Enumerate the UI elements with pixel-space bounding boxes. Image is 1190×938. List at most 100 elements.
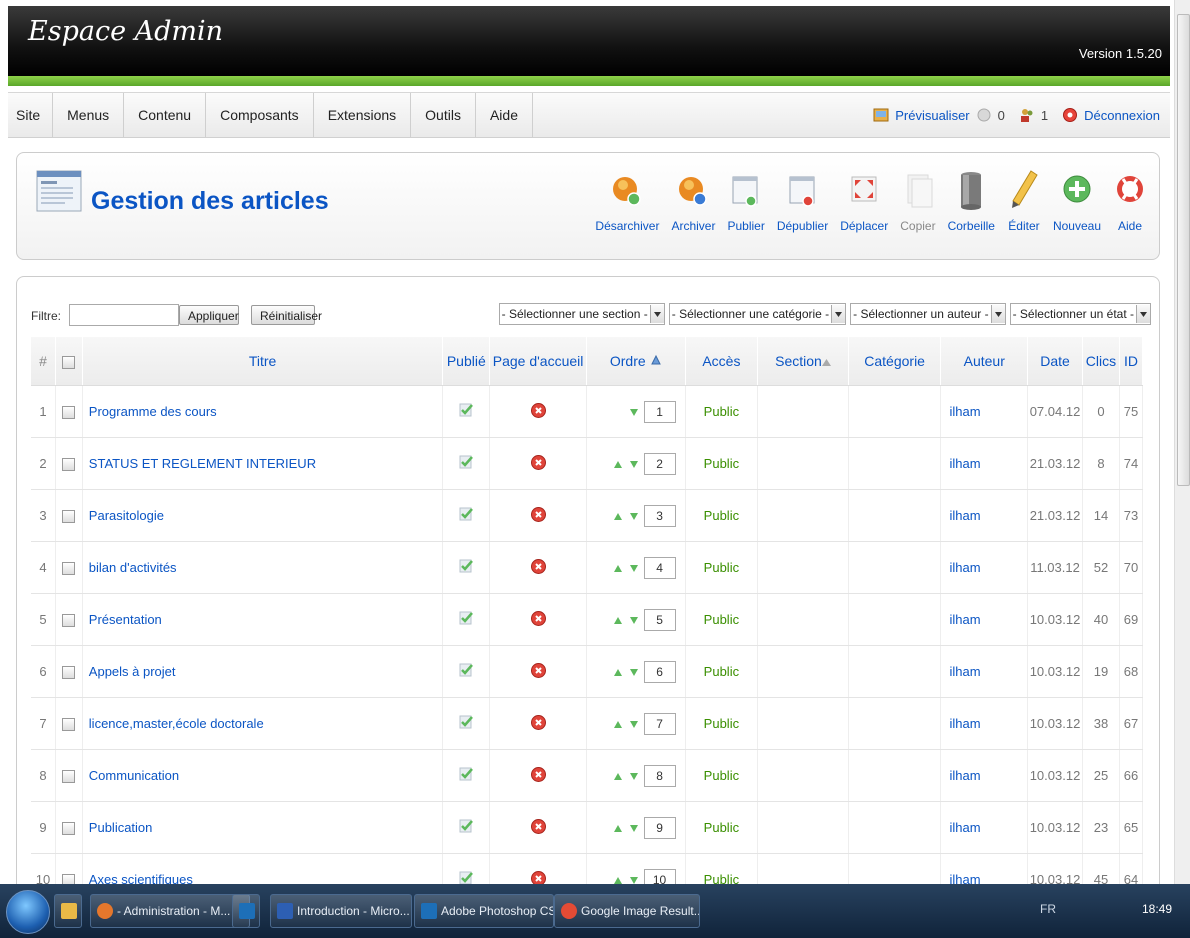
move-down-icon[interactable] — [629, 820, 638, 835]
frontpage-cell[interactable] — [489, 645, 587, 698]
published-cell[interactable] — [442, 749, 491, 802]
copy-button[interactable]: Copier — [894, 167, 941, 233]
state-select[interactable]: - Sélectionner un état - — [1009, 303, 1151, 325]
article-title-link[interactable]: licence,master,école doctorale — [82, 697, 444, 750]
published-cell[interactable] — [442, 853, 491, 884]
menu-outils[interactable]: Outils — [411, 93, 476, 137]
menu-composants[interactable]: Composants — [206, 93, 314, 137]
row-checkbox[interactable] — [62, 458, 76, 472]
frontpage-no-icon[interactable] — [530, 558, 546, 577]
frontpage-cell[interactable] — [489, 697, 587, 750]
order-input[interactable]: 7 — [643, 712, 676, 735]
logout-link[interactable]: Déconnexion — [1084, 108, 1160, 123]
article-title-link[interactable]: Publication — [82, 801, 444, 854]
move-down-icon[interactable] — [629, 664, 638, 679]
col-id[interactable]: ID — [1119, 337, 1144, 386]
move-button[interactable]: Déplacer — [834, 167, 894, 233]
frontpage-no-icon[interactable] — [530, 766, 546, 785]
published-cell[interactable] — [442, 385, 491, 438]
article-title-link[interactable]: Présentation — [82, 593, 444, 646]
row-checkbox-cell[interactable] — [55, 697, 83, 750]
preview-link[interactable]: Prévisualiser — [895, 108, 969, 123]
frontpage-cell[interactable] — [489, 749, 587, 802]
col-section[interactable]: Section — [757, 337, 849, 386]
move-down-icon[interactable] — [629, 404, 638, 419]
row-checkbox-cell[interactable] — [55, 645, 83, 698]
article-title-link[interactable]: bilan d'activités — [82, 541, 444, 594]
row-checkbox[interactable] — [62, 770, 76, 784]
author-link[interactable]: ilham — [940, 489, 1029, 542]
author-link[interactable]: ilham — [940, 801, 1029, 854]
row-checkbox[interactable] — [62, 562, 76, 576]
move-down-icon[interactable] — [629, 872, 638, 884]
photoshop-small-taskbar-button[interactable] — [232, 894, 260, 928]
firefox-taskbar-button[interactable]: - Administration - M... — [90, 894, 250, 928]
row-checkbox-cell[interactable] — [55, 541, 83, 594]
row-checkbox[interactable] — [62, 718, 76, 732]
col-author[interactable]: Auteur — [940, 337, 1029, 386]
move-up-icon[interactable] — [613, 612, 622, 627]
move-up-icon[interactable] — [613, 768, 622, 783]
frontpage-no-icon[interactable] — [530, 454, 546, 473]
trash-button[interactable]: Corbeille — [942, 167, 1001, 233]
col-hits[interactable]: Clics — [1082, 337, 1120, 386]
col-checkbox[interactable] — [55, 337, 83, 386]
author-link[interactable]: ilham — [940, 593, 1029, 646]
published-check-icon[interactable] — [458, 559, 474, 577]
publish-button[interactable]: Publier — [721, 167, 770, 233]
access-link[interactable]: Public — [685, 489, 759, 542]
menu-menus[interactable]: Menus — [53, 93, 125, 137]
access-link[interactable]: Public — [685, 853, 759, 884]
access-link[interactable]: Public — [685, 541, 759, 594]
language-indicator[interactable]: FR — [1040, 902, 1056, 916]
access-link[interactable]: Public — [685, 645, 759, 698]
author-link[interactable]: ilham — [940, 385, 1029, 438]
preview-icon[interactable] — [873, 107, 889, 123]
move-up-icon[interactable] — [613, 456, 622, 471]
order-input[interactable]: 2 — [643, 452, 676, 475]
save-order-icon[interactable] — [650, 354, 662, 366]
menu-site[interactable]: Site — [8, 93, 54, 137]
frontpage-no-icon[interactable] — [530, 870, 546, 884]
author-link[interactable]: ilham — [940, 853, 1029, 884]
author-link[interactable]: ilham — [940, 749, 1029, 802]
article-title-link[interactable]: Programme des cours — [82, 385, 444, 438]
published-cell[interactable] — [442, 645, 491, 698]
published-check-icon[interactable] — [458, 871, 474, 884]
author-link[interactable]: ilham — [940, 541, 1029, 594]
start-button[interactable] — [6, 890, 50, 934]
select-all-checkbox[interactable] — [62, 355, 76, 369]
article-title-link[interactable]: Axes scientifiques — [82, 853, 444, 884]
edit-button[interactable]: Éditer — [1001, 167, 1047, 233]
move-up-icon[interactable] — [613, 716, 622, 731]
order-input[interactable]: 8 — [643, 764, 676, 787]
row-checkbox-cell[interactable] — [55, 801, 83, 854]
users-icon[interactable] — [1019, 107, 1035, 123]
row-checkbox[interactable] — [62, 822, 76, 836]
col-published[interactable]: Publié — [442, 337, 491, 386]
published-cell[interactable] — [442, 541, 491, 594]
order-input[interactable]: 9 — [643, 816, 676, 839]
move-down-icon[interactable] — [629, 716, 638, 731]
messages-icon[interactable] — [976, 107, 992, 123]
frontpage-cell[interactable] — [489, 385, 587, 438]
frontpage-cell[interactable] — [489, 437, 587, 490]
author-link[interactable]: ilham — [940, 645, 1029, 698]
col-frontpage[interactable]: Page d'accueil — [489, 337, 587, 386]
order-input[interactable]: 4 — [643, 556, 676, 579]
chrome-taskbar-button[interactable]: Google Image Result... — [554, 894, 700, 928]
author-link[interactable]: ilham — [940, 697, 1029, 750]
published-check-icon[interactable] — [458, 767, 474, 785]
col-category[interactable]: Catégorie — [848, 337, 942, 386]
article-title-link[interactable]: Appels à projet — [82, 645, 444, 698]
menu-aide[interactable]: Aide — [476, 93, 533, 137]
frontpage-cell[interactable] — [489, 489, 587, 542]
filter-input[interactable] — [69, 304, 179, 326]
page-scrollbar[interactable] — [1174, 0, 1190, 884]
published-cell[interactable] — [442, 801, 491, 854]
row-checkbox-cell[interactable] — [55, 749, 83, 802]
row-checkbox-cell[interactable] — [55, 489, 83, 542]
help-button[interactable]: Aide — [1107, 167, 1153, 233]
col-title[interactable]: Titre — [82, 337, 444, 386]
published-check-icon[interactable] — [458, 403, 474, 421]
